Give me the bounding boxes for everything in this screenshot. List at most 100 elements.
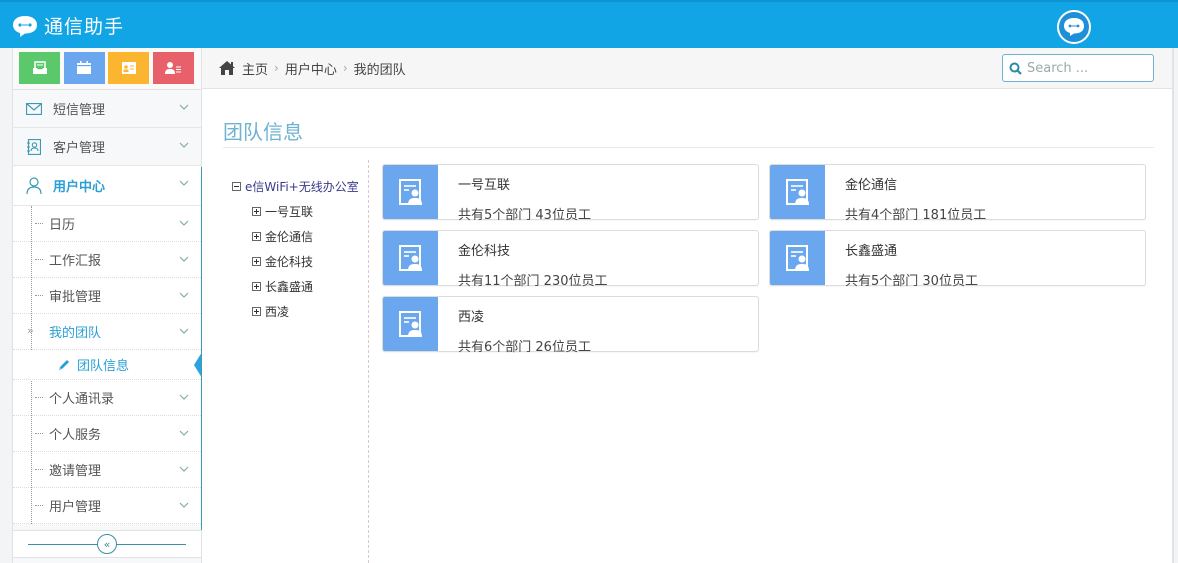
sidebar-subitem-user-management[interactable]: 用户管理 [13, 488, 201, 524]
chevron-down-icon [179, 256, 189, 262]
sidebar-subitem-work-report[interactable]: 工作汇报 [13, 242, 201, 278]
sidebar-subitem-my-team[interactable]: » 我的团队 [13, 314, 201, 350]
sidebar-item-label: 团队信息 [77, 359, 130, 374]
team-profile-icon [785, 245, 809, 271]
chat-bubble-icon [13, 15, 37, 37]
team-name: 长鑫盛通 [845, 244, 898, 259]
team-card[interactable]: 西凌 共有6个部门 26位员工 [382, 296, 759, 355]
tree-node[interactable]: 西凌 [232, 299, 359, 324]
team-card[interactable]: 金伦通信 共有4个部门 181位员工 [769, 164, 1146, 223]
user-avatar[interactable] [1057, 10, 1091, 44]
sidebar-item-label: 我的团队 [49, 326, 102, 341]
search-input[interactable] [1027, 60, 1147, 76]
expand-node-icon[interactable] [252, 232, 261, 241]
address-book-icon [25, 138, 43, 156]
double-chevron-left-icon: « [103, 537, 111, 551]
sidebar-subitem-personal-contacts[interactable]: 个人通讯录 [13, 380, 201, 416]
team-name: 金伦科技 [458, 244, 511, 259]
tree-node-label[interactable]: 长鑫盛通 [265, 278, 313, 295]
robot-chat-avatar-icon [1064, 18, 1084, 36]
team-stats: 共有5个部门 30位员工 [845, 274, 978, 289]
sidebar-item-label: 日历 [49, 218, 76, 233]
team-profile-icon [398, 179, 422, 205]
sidebar-subitem-personal-services[interactable]: 个人服务 [13, 416, 201, 452]
chevron-down-icon [179, 328, 189, 334]
team-profile-icon [398, 311, 422, 337]
page-title: 团队信息 [223, 120, 303, 144]
sidebar-item-customers[interactable]: 客户管理 [13, 128, 201, 166]
tree-node-label[interactable]: 一号互联 [265, 203, 313, 220]
user-icon [25, 176, 43, 195]
sidebar-subitem-invitations[interactable]: 邀请管理 [13, 452, 201, 488]
tree-root-node[interactable]: e信WiFi+无线办公室 [232, 174, 359, 199]
team-profile-icon [398, 245, 422, 271]
sidebar-item-sms[interactable]: 短信管理 [13, 90, 201, 128]
chevron-down-icon [179, 292, 189, 298]
expand-node-icon[interactable] [252, 257, 261, 266]
collapse-sidebar-button[interactable]: « [97, 534, 117, 554]
sidebar-item-label: 用户管理 [49, 500, 102, 515]
shortcut-user-list-button[interactable] [152, 52, 194, 84]
sidebar-subitem-calendar[interactable]: 日历 [13, 206, 201, 242]
search-box [1002, 54, 1154, 82]
tree-node[interactable]: 金伦通信 [232, 224, 359, 249]
sidebar-item-label: 短信管理 [53, 103, 106, 118]
sidebar-item-label: 个人服务 [49, 428, 102, 443]
inbox-icon [32, 61, 47, 74]
team-stats: 共有11个部门 230位员工 [458, 274, 608, 289]
tree-node-label[interactable]: 金伦通信 [265, 228, 313, 245]
team-name: 西凌 [458, 310, 485, 325]
tree-node-label[interactable]: e信WiFi+无线办公室 [245, 178, 359, 195]
team-card[interactable]: 长鑫盛通 共有5个部门 30位员工 [769, 230, 1146, 289]
sidebar-item-label: 审批管理 [49, 290, 102, 305]
shortcut-calendar-button[interactable] [63, 52, 105, 84]
contact-card-icon [121, 62, 136, 74]
tree-node[interactable]: 长鑫盛通 [232, 274, 359, 299]
team-stats: 共有5个部门 43位员工 [458, 208, 591, 223]
sidebar-subitem-approval[interactable]: 审批管理 [13, 278, 201, 314]
team-tree: e信WiFi+无线办公室 一号互联 金伦通信 金伦科技 长鑫盛通 西凌 [232, 174, 359, 324]
tree-node-label[interactable]: 金伦科技 [265, 253, 313, 270]
breadcrumb: 主页 › 用户中心 › 我的团队 [202, 48, 1172, 89]
team-card[interactable]: 金伦科技 共有11个部门 230位员工 [382, 230, 759, 289]
team-name: 金伦通信 [845, 178, 898, 193]
chevron-down-icon [179, 394, 189, 400]
user-list-icon [165, 62, 181, 74]
sidebar-item-user-center[interactable]: 用户中心 [13, 166, 201, 206]
shortcut-contact-card-button[interactable] [108, 52, 149, 84]
expand-node-icon[interactable] [252, 307, 261, 316]
shortcut-inbox-button[interactable] [19, 52, 60, 84]
expand-node-icon[interactable] [252, 282, 261, 291]
chevron-down-icon [179, 180, 189, 186]
collapse-node-icon[interactable] [232, 182, 241, 191]
team-profile-icon [785, 179, 809, 205]
calendar-icon [77, 61, 91, 74]
chevron-down-icon [179, 466, 189, 472]
chevron-down-icon [179, 502, 189, 508]
breadcrumb-separator: › [274, 61, 279, 75]
pencil-icon [59, 359, 69, 370]
user-center-submenu: 日历 工作汇报 审批管理 » 我的团队 团队信息 个人通讯录 个人服务 邀请管理… [13, 206, 202, 524]
search-icon[interactable] [1009, 62, 1022, 75]
sidebar-collapse-bar: « [13, 530, 201, 558]
tree-node[interactable]: 金伦科技 [232, 249, 359, 274]
breadcrumb-home-link[interactable]: 主页 [242, 59, 268, 78]
breadcrumb-user-center-link[interactable]: 用户中心 [285, 59, 337, 78]
title-divider [223, 147, 1154, 148]
home-icon[interactable] [218, 60, 236, 76]
sidebar-item-label: 工作汇报 [49, 254, 102, 269]
sidebar-subitem-team-info[interactable]: 团队信息 [13, 350, 202, 380]
tree-node[interactable]: 一号互联 [232, 199, 359, 224]
double-chevron-right-icon: » [27, 324, 34, 337]
tree-node-label[interactable]: 西凌 [265, 303, 289, 320]
sidebar-item-label: 用户中心 [53, 180, 106, 195]
expand-node-icon[interactable] [252, 207, 261, 216]
shortcut-bar [13, 48, 201, 90]
team-card[interactable]: 一号互联 共有5个部门 43位员工 [382, 164, 759, 223]
sidebar: 短信管理 客户管理 用户中心 日历 工作汇报 审批管理 » 我的团队 团队信息 … [12, 48, 203, 563]
brand[interactable]: 通信助手 [12, 12, 124, 39]
team-stats: 共有6个部门 26位员工 [458, 340, 591, 355]
chevron-down-icon [179, 220, 189, 226]
envelope-icon [25, 100, 43, 118]
app-title: 通信助手 [44, 16, 125, 38]
